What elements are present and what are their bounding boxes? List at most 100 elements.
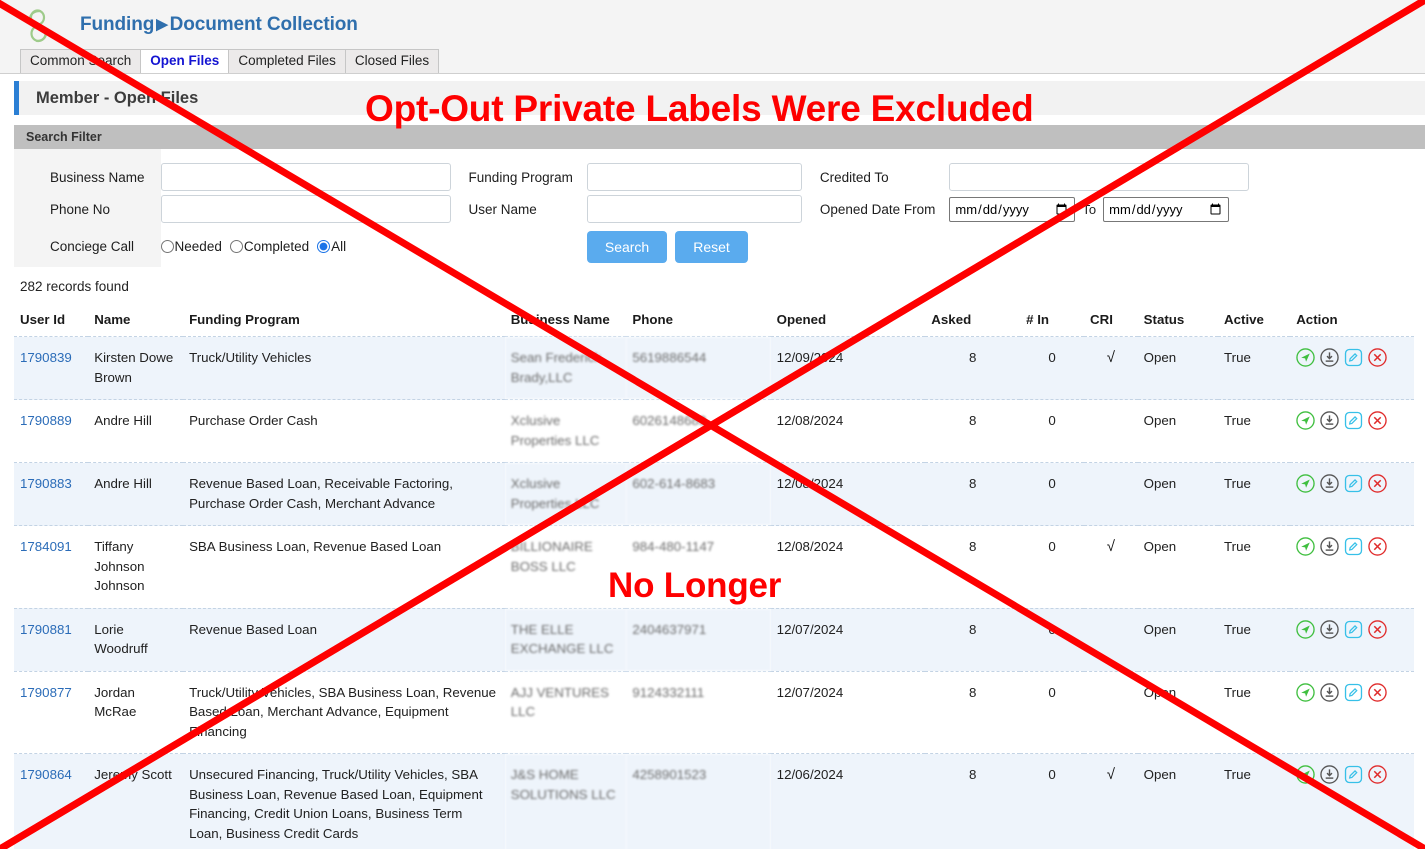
send-icon[interactable] — [1296, 474, 1315, 493]
records-found-label: 282 records found — [20, 279, 129, 294]
cancel-icon[interactable] — [1368, 619, 1387, 639]
send-icon[interactable] — [1296, 765, 1315, 784]
download-icon[interactable] — [1320, 682, 1339, 702]
radio-needed-input[interactable] — [160, 239, 174, 253]
cell-funding-program: Revenue Based Loan — [183, 608, 505, 672]
cell-funding-program: SBA Business Loan, Revenue Based Loan — [183, 525, 505, 609]
column-header-active[interactable]: Active — [1218, 308, 1291, 337]
download-icon[interactable] — [1320, 348, 1339, 367]
table-row[interactable]: 1790883 Andre Hill Revenue Based Loan, Rec… — [14, 462, 1414, 526]
column-header-name[interactable]: Name — [88, 308, 184, 337]
download-icon[interactable] — [1320, 474, 1339, 493]
cell-action — [1290, 525, 1414, 609]
cell-cri: √ — [1084, 525, 1138, 609]
phone-no-input[interactable] — [160, 195, 451, 223]
cell-funding-program: Revenue Based Loan, Receivable Factoring… — [183, 462, 505, 526]
cell-asked: 8 — [925, 671, 1021, 754]
cancel-icon[interactable] — [1368, 411, 1387, 430]
send-icon[interactable] — [1296, 682, 1315, 702]
edit-icon[interactable] — [1344, 765, 1363, 784]
column-header-asked[interactable]: Asked — [925, 308, 1021, 337]
table-row[interactable]: 1790889 Andre Hill Purchase Order Cash Xclu… — [14, 399, 1414, 463]
download-icon[interactable] — [1320, 537, 1339, 556]
edit-icon[interactable] — [1344, 348, 1363, 367]
edit-icon[interactable] — [1344, 537, 1363, 556]
tab-open-files[interactable]: Open Files — [140, 49, 230, 73]
cell-business-name: Sean Frederick Brady,LLC — [504, 336, 627, 400]
filter-inputs-1: Needed Completed All — [160, 149, 451, 267]
column-header-user-id[interactable]: User Id — [14, 308, 89, 337]
credited-to-input[interactable] — [949, 163, 1250, 191]
download-icon[interactable] — [1320, 765, 1339, 784]
cell-name: Kirsten Dowe Brown — [88, 336, 184, 400]
send-icon[interactable] — [1296, 348, 1315, 367]
user-id-link[interactable]: 1790877 — [20, 685, 72, 700]
cell-phone: 2404637971 — [626, 608, 771, 672]
business-name-input[interactable] — [160, 163, 451, 191]
app-page: Funding ▶ Document Collection Common Searc… — [0, 0, 1425, 849]
cell-opened: 12/08/2024 — [770, 525, 926, 609]
cell-status: Open — [1137, 399, 1219, 463]
edit-icon[interactable] — [1344, 411, 1363, 430]
tab-completed-files[interactable]: Completed Files — [228, 49, 346, 73]
edit-icon[interactable] — [1344, 474, 1363, 493]
cell-business-name: Xclusive Properties LLC — [504, 462, 627, 526]
tab-closed-files[interactable]: Closed Files — [344, 49, 440, 73]
cell-cri — [1084, 608, 1138, 672]
radio-completed[interactable]: Completed — [229, 239, 309, 254]
table-row[interactable]: 1790864 Jeremy Scott Unsecured Financing, … — [14, 753, 1414, 849]
column-header-cri[interactable]: CRI — [1084, 308, 1138, 337]
radio-all-input[interactable] — [317, 239, 331, 253]
credited-to-label: Credited To — [819, 169, 889, 185]
radio-completed-input[interactable] — [229, 239, 243, 253]
edit-icon[interactable] — [1344, 683, 1363, 702]
column-header-funding-program[interactable]: Funding Program — [183, 308, 505, 337]
download-icon[interactable] — [1320, 411, 1339, 430]
row-action-buttons — [1296, 474, 1408, 493]
cell-num-in: 0 — [1020, 336, 1085, 400]
user-id-link[interactable]: 1784091 — [20, 539, 72, 554]
search-filter-body: Business Name Phone No Conciege Call Nee… — [14, 149, 1425, 267]
send-icon[interactable] — [1296, 537, 1315, 556]
cell-status: Open — [1137, 462, 1219, 526]
radio-all[interactable]: All — [317, 239, 346, 254]
edit-icon[interactable] — [1344, 620, 1363, 639]
send-icon[interactable] — [1296, 411, 1315, 430]
opened-date-from-input[interactable] — [949, 196, 1076, 222]
breadcrumb-root[interactable]: Funding — [80, 14, 154, 35]
cancel-icon[interactable] — [1368, 474, 1387, 493]
cancel-icon[interactable] — [1368, 537, 1387, 556]
cancel-icon[interactable] — [1368, 682, 1387, 702]
column-header-opened[interactable]: Opened — [770, 308, 926, 337]
cell-opened: 12/07/2024 — [770, 671, 926, 754]
tab-bar: Common Search Open Files Completed Files… — [0, 49, 1425, 74]
cell-phone: 5619886544 — [626, 336, 771, 400]
cell-funding-program: Truck/Utility Vehicles, SBA Business Loa… — [183, 671, 505, 754]
table-row[interactable]: 1784091 Tiffany Johnson Johnson SBA Busine… — [14, 525, 1414, 609]
user-name-input[interactable] — [586, 195, 802, 223]
cancel-icon[interactable] — [1368, 348, 1387, 367]
cell-num-in: 0 — [1020, 462, 1085, 526]
search-button[interactable]: Search — [586, 231, 668, 263]
user-id-link[interactable]: 1790864 — [20, 767, 72, 782]
column-header-phone[interactable]: Phone — [626, 308, 771, 337]
user-id-link[interactable]: 1790881 — [20, 622, 72, 637]
column-header-business-name[interactable]: Business Name — [504, 308, 627, 337]
reset-button[interactable]: Reset — [675, 231, 748, 263]
breadcrumb: Funding ▶ Document Collection — [80, 14, 358, 36]
send-icon[interactable] — [1296, 619, 1315, 639]
user-id-link[interactable]: 1790839 — [20, 350, 72, 365]
download-icon[interactable] — [1320, 619, 1339, 639]
user-id-link[interactable]: 1790889 — [20, 413, 72, 428]
column-header-num-in[interactable]: # In — [1020, 308, 1085, 337]
table-row[interactable]: 1790881 Lorie Woodruff Revenue Based Loan T… — [14, 608, 1414, 672]
table-row[interactable]: 1790877 Jordan McRae Truck/Utility Vehicle… — [14, 671, 1414, 754]
table-row[interactable]: 1790839 Kirsten Dowe Brown Truck/Utility V… — [14, 336, 1414, 400]
cancel-icon[interactable] — [1368, 765, 1387, 784]
user-id-link[interactable]: 1790883 — [20, 476, 72, 491]
tab-common-search[interactable]: Common Search — [20, 49, 142, 73]
opened-date-to-input[interactable] — [1103, 196, 1230, 222]
funding-program-input[interactable] — [586, 163, 802, 191]
column-header-status[interactable]: Status — [1137, 308, 1219, 337]
radio-needed[interactable]: Needed — [160, 239, 222, 254]
